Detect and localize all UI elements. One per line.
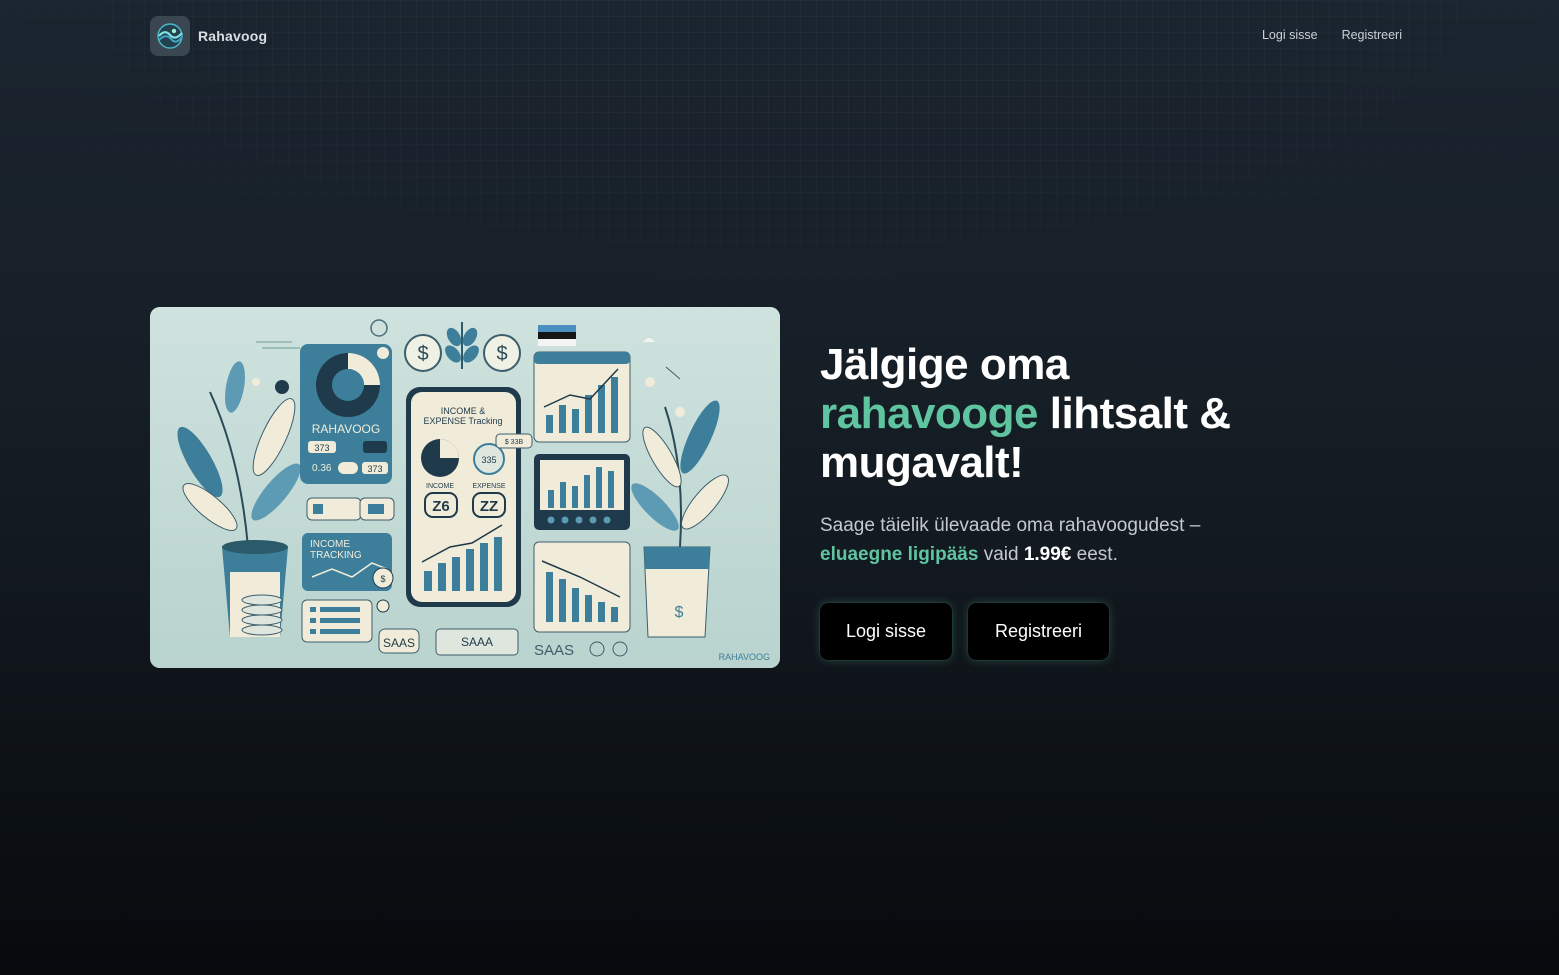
chart-card-mid (534, 454, 630, 530)
svg-text:373: 373 (314, 443, 329, 453)
hero-title-rest: lihtsalt & (1049, 389, 1231, 438)
svg-text:SAAS: SAAS (534, 642, 574, 659)
chart-card-top (533, 351, 631, 443)
hero-buttons: Logi sisse Registreeri (820, 603, 1109, 660)
svg-text:$: $ (380, 574, 385, 584)
nav-register-link[interactable]: Registreeri (1342, 28, 1402, 42)
wave-globe-icon (150, 16, 190, 56)
estonia-flag-icon (538, 325, 576, 346)
phone-mockup: INCOME & EXPENSE Tracking 335 INCOME EXP… (406, 387, 521, 607)
brand[interactable]: Rahavoog (150, 16, 267, 56)
svg-text:SAAS: SAAS (383, 636, 415, 650)
rahavoog-card: RAHAVOOG 373 0.36 373 (300, 344, 392, 484)
svg-text:$: $ (675, 604, 684, 621)
svg-text:EXPENSE Tracking: EXPENSE Tracking (423, 416, 502, 426)
brand-name: Rahavoog (198, 28, 268, 44)
register-button[interactable]: Registreeri (968, 603, 1109, 660)
svg-text:INCOME: INCOME (310, 539, 350, 550)
svg-text:ZZ: ZZ (480, 498, 498, 515)
dollar-coin-icon: $ (404, 334, 442, 372)
hero-title: Jälgige oma rahavooge lihtsalt & mugaval… (820, 340, 1380, 487)
svg-text:$ 33B: $ 33B (505, 439, 524, 446)
hero-text: Jälgige oma rahavooge lihtsalt & mugaval… (820, 340, 1380, 569)
subtitle-part1: Saage täielik ülevaade oma rahavoogudest… (820, 515, 1201, 536)
svg-text:335: 335 (481, 455, 496, 465)
svg-text:$: $ (496, 343, 507, 365)
svg-text:RAHAVOOG: RAHAVOOG (719, 652, 770, 662)
hero-illustration: $ $ RAHAVOOG 373 0.36 373 INCOME TRACKIN… (150, 307, 780, 668)
svg-text:RAHAVOOG: RAHAVOOG (312, 422, 380, 436)
dollar-coin-icon: $ (483, 334, 521, 372)
svg-text:INCOME &: INCOME & (441, 406, 486, 416)
svg-text:SAAA: SAAA (461, 635, 493, 649)
login-button[interactable]: Logi sisse (820, 603, 952, 660)
hero-title-accent: rahavooge (820, 389, 1039, 438)
svg-text:EXPENSE: EXPENSE (472, 483, 505, 490)
chart-card-bottom (533, 541, 631, 633)
hero-title-line1: Jälgige oma (820, 340, 1069, 389)
svg-text:0.36: 0.36 (312, 463, 332, 474)
subtitle-mid: vaid (983, 544, 1019, 565)
hero-title-line3: mugavalt! (820, 438, 1024, 487)
svg-text:TRACKING: TRACKING (310, 550, 362, 561)
svg-text:Z6: Z6 (432, 498, 450, 515)
svg-text:$: $ (417, 343, 428, 365)
top-bar: Rahavoog Logi sisse Registreeri (150, 16, 1402, 56)
hero-subtitle: Saage täielik ülevaade oma rahavoogudest… (820, 511, 1380, 569)
svg-text:INCOME: INCOME (426, 483, 454, 490)
price: 1.99€ (1023, 544, 1072, 565)
svg-text:373: 373 (367, 464, 382, 474)
top-nav: Logi sisse Registreeri (1262, 28, 1402, 42)
subtitle-accent: eluaegne ligipääs (820, 544, 979, 565)
nav-login-link[interactable]: Logi sisse (1262, 28, 1318, 42)
subtitle-end: eest. (1076, 544, 1118, 565)
